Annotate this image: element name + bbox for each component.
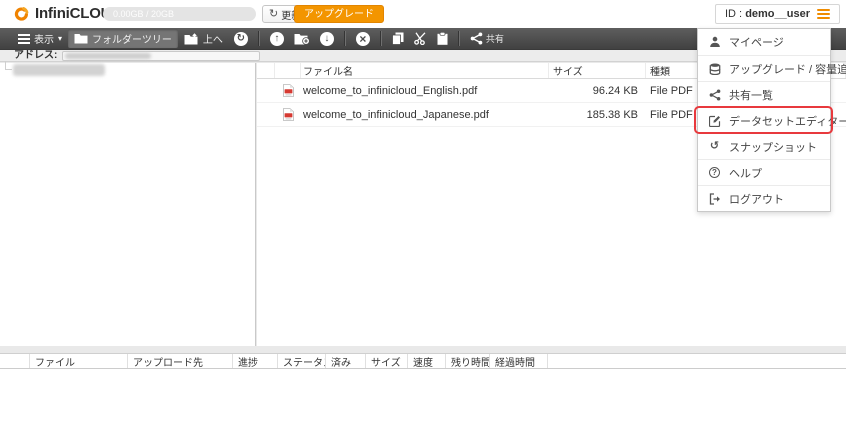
user-icon	[708, 36, 721, 48]
file-size: 185.38 KB	[586, 108, 638, 121]
pdf-file-icon	[275, 108, 301, 121]
id-value: demo__user	[745, 8, 810, 20]
menu-item-dataset-editor[interactable]: データセットエディター	[698, 107, 846, 133]
share-icon	[470, 32, 483, 45]
toolbar-divider	[343, 31, 346, 46]
menu-item-help[interactable]: ? ヘルプ	[698, 159, 830, 185]
pdf-file-icon	[275, 84, 301, 97]
transfer-speed-column: 速度	[408, 354, 446, 368]
account-id-button[interactable]: ID : demo__user	[715, 4, 840, 24]
scissors-icon	[413, 32, 427, 45]
filename-column-header: ファイル名	[301, 63, 549, 78]
account-dropdown-menu: マイページ アップグレード / 容量追加 共有一覧	[697, 28, 846, 212]
view-list-icon	[18, 33, 30, 44]
upgrade-button[interactable]: アップグレード	[294, 5, 384, 23]
toolbar-divider	[457, 31, 460, 46]
cut-button[interactable]	[413, 32, 427, 45]
transfer-queue-header: ファイル アップロード先 進捗 ステータス 済み サイズ 速度 残り時間 経過時…	[0, 354, 846, 369]
capacity-bar: 0.00GB / 20GB	[103, 7, 256, 21]
menu-item-mypage[interactable]: マイページ	[698, 29, 830, 55]
transfer-destination-column: アップロード先	[128, 354, 233, 368]
folder-plus-icon	[294, 33, 310, 45]
menu-item-logout[interactable]: ログアウト	[698, 185, 830, 211]
delete-button[interactable]: ×	[355, 31, 370, 46]
edit-icon	[708, 115, 721, 127]
share-label: 共有	[485, 34, 504, 44]
up-one-level-button[interactable]: 上へ	[178, 29, 229, 48]
transfer-remaining-column: 残り時間	[446, 354, 490, 368]
upload-button[interactable]: ↑	[269, 31, 284, 46]
chevron-down-icon: ▾	[58, 33, 63, 43]
delete-icon: ×	[355, 31, 370, 46]
new-folder-button[interactable]	[294, 33, 310, 45]
folder-up-icon	[184, 32, 199, 45]
download-icon: ↓	[319, 31, 334, 46]
menu-item-snapshot[interactable]: ↺ スナップショット	[698, 133, 830, 159]
address-label: アドレス:	[14, 49, 58, 61]
copy-icon	[391, 32, 404, 45]
icon-column-header	[275, 63, 301, 78]
transfer-file-column: ファイル	[30, 354, 128, 368]
transfer-select-column	[0, 354, 30, 368]
copy-button[interactable]	[391, 32, 404, 45]
transfer-filler-column	[548, 354, 846, 368]
size-column-header: サイズ	[549, 63, 646, 78]
menu-item-upgrade-capacity[interactable]: アップグレード / 容量追加	[698, 55, 846, 81]
share-list-icon	[708, 88, 721, 101]
transfer-size-column: サイズ	[366, 354, 408, 368]
brand-swirl-icon	[12, 6, 31, 22]
logout-icon	[708, 192, 721, 205]
sync-button[interactable]: ↻	[233, 31, 248, 46]
capacity-text: 0.00GB / 20GB	[113, 9, 175, 19]
file-name: welcome_to_infinicloud_Japanese.pdf	[303, 108, 489, 121]
refresh-icon: ↻	[269, 7, 279, 20]
app-header: InfiniCLOUD 0.00GB / 20GB ↻ 更新 アップグレード I…	[0, 0, 846, 28]
capacity-icon	[708, 63, 721, 75]
id-prefix: ID :	[725, 8, 743, 20]
transfer-queue-panel: ファイル アップロード先 進捗 ステータス 済み サイズ 速度 残り時間 経過時…	[0, 353, 846, 436]
transfer-status-column: ステータス	[278, 354, 326, 368]
toolbar-divider	[379, 31, 382, 46]
sync-icon: ↻	[233, 31, 248, 46]
tree-root-node-redacted[interactable]	[13, 64, 105, 76]
transfer-elapsed-column: 経過時間	[490, 354, 548, 368]
toolbar-divider	[257, 31, 260, 46]
hamburger-menu-icon	[817, 9, 830, 19]
share-button[interactable]: 共有	[470, 32, 504, 45]
folder-tree-pane	[0, 61, 256, 346]
transfer-done-column: 済み	[326, 354, 366, 368]
paste-button[interactable]	[437, 32, 448, 45]
history-icon: ↺	[709, 140, 720, 152]
menu-item-share-list[interactable]: 共有一覧	[698, 81, 830, 107]
clipboard-icon	[437, 32, 448, 45]
transfer-progress-column: 進捗	[233, 354, 278, 368]
help-icon: ?	[708, 167, 721, 178]
upload-icon: ↑	[269, 31, 284, 46]
folder-icon	[74, 33, 88, 44]
file-size: 96.24 KB	[592, 84, 638, 97]
address-value-redacted	[65, 52, 152, 59]
download-button[interactable]: ↓	[319, 31, 334, 46]
folder-tree-button[interactable]: フォルダーツリー	[68, 29, 178, 48]
select-column-header	[257, 63, 275, 78]
tree-branch-line	[5, 61, 12, 70]
file-name: welcome_to_infinicloud_English.pdf	[303, 84, 478, 97]
address-input[interactable]	[62, 50, 261, 61]
view-button[interactable]: 表示 ▾	[12, 29, 68, 48]
